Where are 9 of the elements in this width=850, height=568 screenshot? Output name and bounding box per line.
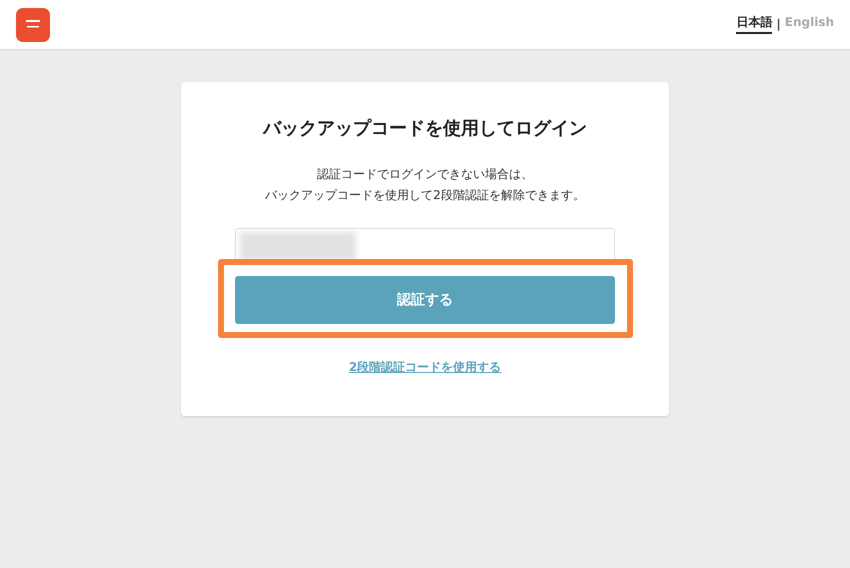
verify-button[interactable]: 認証する — [235, 276, 615, 324]
description-text: 認証コードでログインできない場合は、 — [316, 166, 533, 183]
logo-icon — [16, 8, 50, 42]
language-link[interactable]: 日本語 — [736, 14, 772, 34]
description-text: バックアップコードを使用して2段階認証を解除できます。 — [265, 187, 585, 204]
language-link[interactable]: English — [784, 15, 834, 32]
page-title: バックアップコードを使用してログイン — [263, 117, 587, 140]
language-separator: | — [776, 16, 781, 30]
use-2fa-code-link[interactable]: 2段階認証コードを使用する — [348, 359, 502, 376]
